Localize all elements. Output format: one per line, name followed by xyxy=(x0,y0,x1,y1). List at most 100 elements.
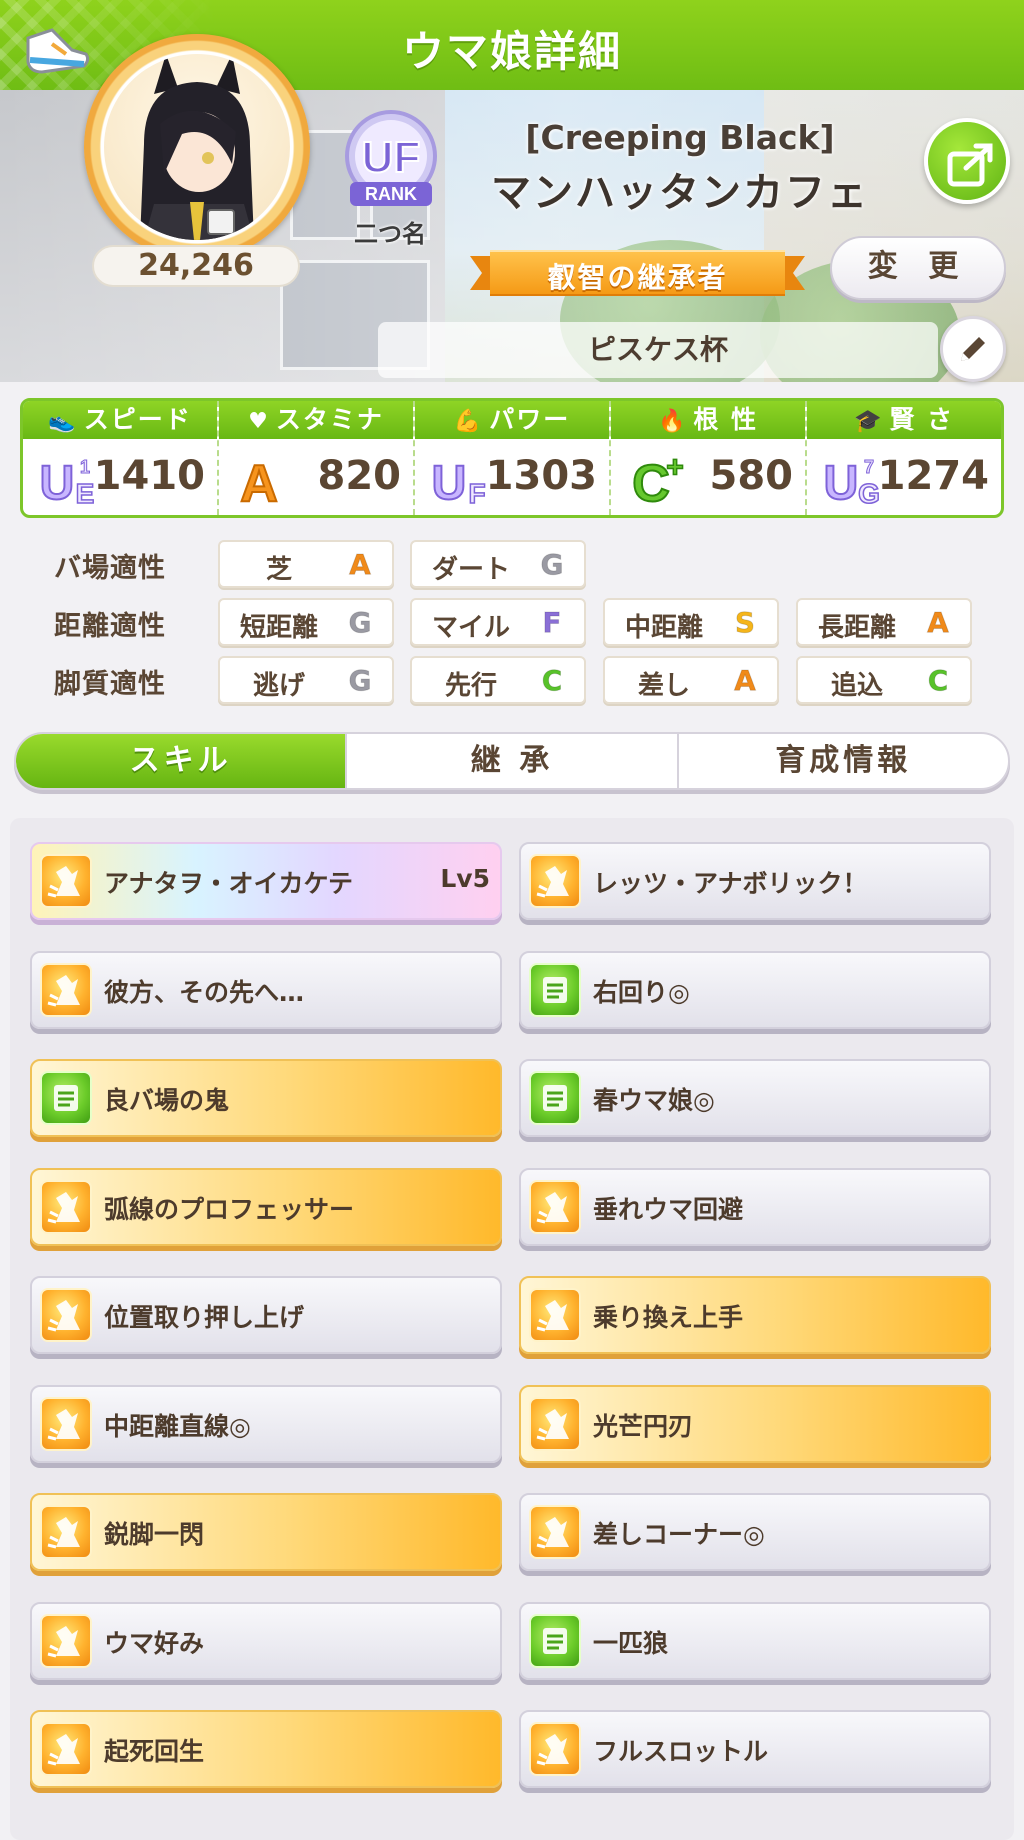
aptitude-grade: A xyxy=(927,606,950,640)
stat-label: 根 性 xyxy=(693,405,759,434)
aptitude-row-track: バ場適性 芝 A ダート G xyxy=(0,540,1024,590)
aptitude-cell: 差し A xyxy=(603,656,779,704)
stat-header: ♥ スタミナ xyxy=(219,401,413,439)
stat-column: 💪 パワー U F 1303 xyxy=(415,401,611,515)
orange-skill-icon xyxy=(529,1505,581,1559)
skill-name: 良バ場の鬼 xyxy=(104,1086,230,1115)
shoe-icon: 👟 xyxy=(48,409,78,434)
edit-button[interactable] xyxy=(940,316,1006,382)
skill-card[interactable]: 鋭脚一閃 xyxy=(30,1493,502,1571)
skill-card[interactable]: 春ウマ娘◎ xyxy=(519,1059,991,1137)
grad-cap-icon: 🎓 xyxy=(853,409,884,434)
share-button[interactable] xyxy=(924,118,1010,204)
orange-skill-icon xyxy=(40,1722,92,1776)
portrait-inner xyxy=(104,54,290,240)
skill-name: 一匹狼 xyxy=(593,1628,669,1658)
share-icon xyxy=(947,143,993,187)
muscle-icon: 💪 xyxy=(453,409,484,434)
aptitude-cell: マイル F xyxy=(410,598,586,646)
green-skill-icon xyxy=(529,962,581,1017)
stat-label: スピード xyxy=(83,405,192,434)
green-skill-icon xyxy=(40,1071,92,1125)
skill-name: 彼方、その先へ… xyxy=(104,977,305,1007)
nickname-label[interactable]: 二つ名 xyxy=(335,214,445,249)
orange-skill-icon xyxy=(40,1396,92,1451)
skill-name: 乗り換え上手 xyxy=(593,1303,744,1332)
green-skill-icon xyxy=(529,1613,581,1668)
stat-value: 1274 xyxy=(877,453,989,499)
stat-value: 1303 xyxy=(485,453,597,499)
svg-text:7: 7 xyxy=(864,457,874,477)
stats-table: 👟 スピード U E 1 1410 ♥ スタミナ A 820 💪 パワー U F 1303 🔥 根 性 C +580… xyxy=(20,398,1004,518)
skill-card[interactable]: フルスロットル xyxy=(519,1710,991,1788)
skill-card[interactable]: 一匹狼 xyxy=(519,1601,991,1680)
stat-column: ♥ スタミナ A 820 xyxy=(219,401,415,515)
character-name: マンハッタンカフェ xyxy=(491,170,869,216)
character-portrait[interactable] xyxy=(84,34,310,260)
aptitude-grade: F xyxy=(542,606,562,640)
orange-skill-icon xyxy=(40,1505,92,1559)
svg-text:+: + xyxy=(666,451,684,484)
aptitude-name: マイル xyxy=(431,613,510,643)
skill-card[interactable]: アナタヲ・オイカケテ Lv5 xyxy=(30,842,502,920)
svg-text:G: G xyxy=(858,478,880,509)
aptitude-label: 距離適性 xyxy=(54,611,166,642)
aptitude-grade: G xyxy=(540,548,564,582)
orange-skill-icon xyxy=(529,854,581,908)
orange-skill-icon xyxy=(40,1613,92,1668)
aptitude-cell: 先行 C xyxy=(410,656,586,704)
svg-text:C: C xyxy=(632,455,670,509)
stat-label: スタミナ xyxy=(275,405,384,434)
aptitude-name: ダート xyxy=(431,555,510,585)
aptitude-grade: S xyxy=(734,606,756,640)
svg-text:U: U xyxy=(432,457,467,509)
aptitude-cell: 芝A xyxy=(218,540,394,588)
tab-training-info[interactable]: 育成情報 xyxy=(679,734,1008,788)
aptitude-cell: 長距離 A xyxy=(796,598,972,646)
green-skill-icon xyxy=(529,1071,581,1125)
aptitude-cell: 短距離 G xyxy=(218,598,394,646)
skill-card[interactable]: ウマ好み xyxy=(30,1601,502,1680)
skill-name: 右回り◎ xyxy=(593,977,690,1007)
skill-card[interactable]: レッツ・アナボリック！ xyxy=(519,842,991,920)
tab-skill[interactable]: スキル xyxy=(16,734,348,788)
skill-card[interactable]: 良バ場の鬼 xyxy=(30,1059,502,1137)
orange-skill-icon xyxy=(40,962,92,1017)
stat-grade-icon: C+ xyxy=(631,451,684,509)
change-title-button[interactable]: 変 更 xyxy=(830,236,1006,300)
race-name: ピスケス杯 xyxy=(378,322,938,378)
skill-card[interactable]: 中距離直線◎ xyxy=(30,1384,502,1463)
stat-body: U F 1303 xyxy=(415,439,609,515)
tab-inheritance[interactable]: 継 承 xyxy=(347,734,679,788)
skill-card[interactable]: 垂れウマ回避 xyxy=(519,1167,991,1246)
shoe-icon[interactable] xyxy=(22,24,92,80)
skill-card[interactable]: 乗り換え上手 xyxy=(519,1276,991,1354)
svg-text:A: A xyxy=(240,455,278,509)
skill-card[interactable]: 弧線のプロフェッサー xyxy=(30,1167,502,1246)
skill-card[interactable]: 右回り◎ xyxy=(519,950,991,1029)
flame-icon: 🔥 xyxy=(657,409,688,434)
aptitude-grade: A xyxy=(349,548,372,582)
stat-column: 👟 スピード U E 1 1410 xyxy=(23,401,219,515)
skill-card[interactable]: 光芒円刃 xyxy=(519,1384,991,1463)
skill-name: 鋭脚一閃 xyxy=(104,1520,205,1549)
stat-body: U G 7 1274 xyxy=(807,439,1001,515)
orange-skill-icon xyxy=(529,1396,581,1451)
stat-value: 1410 xyxy=(93,453,205,499)
aptitude-grade: C xyxy=(541,664,563,698)
skill-card[interactable]: 差しコーナー◎ xyxy=(519,1493,991,1571)
stat-column: 🔥 根 性 C +580 xyxy=(611,401,807,515)
skill-card[interactable]: 起死回生 xyxy=(30,1710,502,1788)
detail-tabs: スキル 継 承 育成情報 xyxy=(14,732,1010,790)
aptitude-name: 短距離 xyxy=(239,613,318,643)
stat-header: 👟 スピード xyxy=(23,401,217,439)
aptitude-grade: G xyxy=(348,606,372,640)
aptitude-name: 長距離 xyxy=(817,613,896,643)
aptitude-name: 芝 xyxy=(265,555,292,585)
pencil-icon xyxy=(961,337,985,361)
aptitude-cell: 中距離 S xyxy=(603,598,779,646)
rank-badge-icon: UF RANK xyxy=(345,110,437,206)
skill-card[interactable]: 彼方、その先へ… xyxy=(30,950,502,1029)
skill-card[interactable]: 位置取り押し上げ xyxy=(30,1276,502,1354)
orange-skill-icon xyxy=(529,1288,581,1342)
